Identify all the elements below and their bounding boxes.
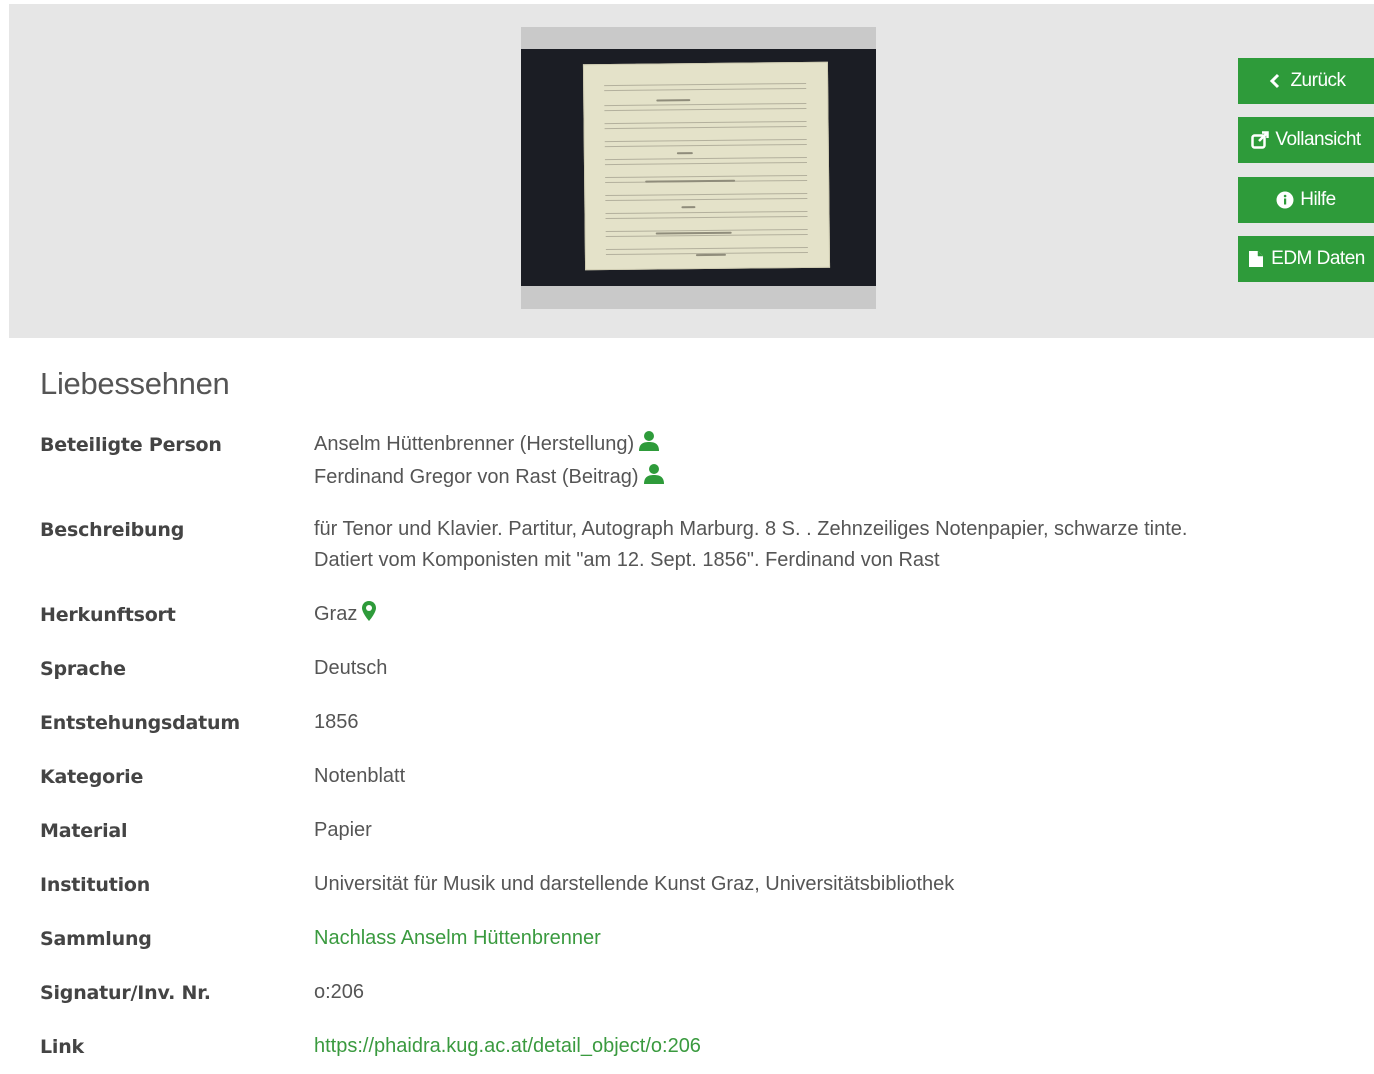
fullview-button-label: Vollansicht <box>1275 129 1361 150</box>
user-icon[interactable] <box>643 463 665 495</box>
back-button[interactable]: Zurück <box>1238 58 1374 104</box>
page-root: Zurück Vollansicht Hilfe EDM Daten Liebe… <box>0 0 1374 1074</box>
user-icon[interactable] <box>638 430 660 462</box>
person-entry: Ferdinand Gregor von Rast (Beitrag) <box>314 462 665 495</box>
person-name: Anselm Hüttenbrenner (Herstellung) <box>314 433 635 455</box>
field-value: Papier <box>314 819 372 841</box>
field-value: Anselm Hüttenbrenner (Herstellung) Ferdi… <box>314 429 665 495</box>
external-link-icon <box>1251 131 1270 149</box>
map-marker-icon[interactable] <box>361 600 377 632</box>
image-viewer <box>9 4 1374 338</box>
field-label: Herkunftsort <box>40 604 176 626</box>
description-line: für Tenor und Klavier. Partitur, Autogra… <box>314 518 1188 540</box>
person-entry: Anselm Hüttenbrenner (Herstellung) <box>314 429 665 462</box>
handwriting <box>645 179 736 183</box>
field-value: 1856 <box>314 711 359 733</box>
manuscript-thumbnail[interactable] <box>521 27 876 309</box>
staff-line <box>604 120 807 130</box>
field-value: Deutsch <box>314 657 388 679</box>
thumbnail-background <box>521 49 876 286</box>
handwriting <box>681 206 696 209</box>
origin-value: Graz <box>314 603 358 625</box>
field-value: https://phaidra.kug.ac.at/detail_object/… <box>314 1031 701 1062</box>
handwriting <box>695 253 726 257</box>
help-button-label: Hilfe <box>1300 189 1336 210</box>
fullview-button[interactable]: Vollansicht <box>1238 117 1374 163</box>
permalink[interactable]: https://phaidra.kug.ac.at/detail_object/… <box>314 1035 701 1057</box>
field-label: Beschreibung <box>40 519 185 541</box>
collection-link[interactable]: Nachlass Anselm Hüttenbrenner <box>314 927 601 949</box>
field-label: Signatur/Inv. Nr. <box>40 982 211 1004</box>
person-name: Ferdinand Gregor von Rast (Beitrag) <box>314 466 639 488</box>
edm-data-button[interactable]: EDM Daten <box>1238 236 1374 282</box>
handwriting <box>676 152 693 155</box>
back-button-label: Zurück <box>1290 70 1346 91</box>
field-value: für Tenor und Klavier. Partitur, Autogra… <box>314 514 1187 576</box>
field-label: Entstehungsdatum <box>40 712 240 734</box>
description-line: Datiert vom Komponisten mit "am 12. Sept… <box>314 549 940 571</box>
handwriting <box>656 99 691 102</box>
field-label: Material <box>40 820 128 842</box>
field-label: Institution <box>40 874 151 896</box>
field-value: Universität für Musik und darstellende K… <box>314 873 955 895</box>
field-value: o:206 <box>314 981 365 1003</box>
field-label: Sprache <box>40 658 126 680</box>
field-value: Notenblatt <box>314 765 406 787</box>
field-label: Link <box>40 1036 84 1058</box>
file-icon <box>1247 250 1265 268</box>
edm-data-button-label: EDM Daten <box>1271 248 1365 269</box>
staff-line <box>605 192 808 202</box>
manuscript-sheet <box>582 61 831 271</box>
field-value: Nachlass Anselm Hüttenbrenner <box>314 923 601 954</box>
page-title: Liebessehnen <box>40 366 230 401</box>
staff-line <box>605 210 808 220</box>
help-button[interactable]: Hilfe <box>1238 177 1374 223</box>
field-label: Kategorie <box>40 766 144 788</box>
staff-line <box>604 156 807 166</box>
staff-line <box>604 102 807 112</box>
staff-line <box>604 138 807 148</box>
field-label: Sammlung <box>40 928 152 950</box>
staff-line <box>604 82 807 92</box>
chevron-left-icon <box>1266 72 1284 90</box>
field-value: Graz <box>314 599 377 632</box>
field-label: Beteiligte Person <box>40 434 222 456</box>
info-circle-icon <box>1276 191 1294 209</box>
